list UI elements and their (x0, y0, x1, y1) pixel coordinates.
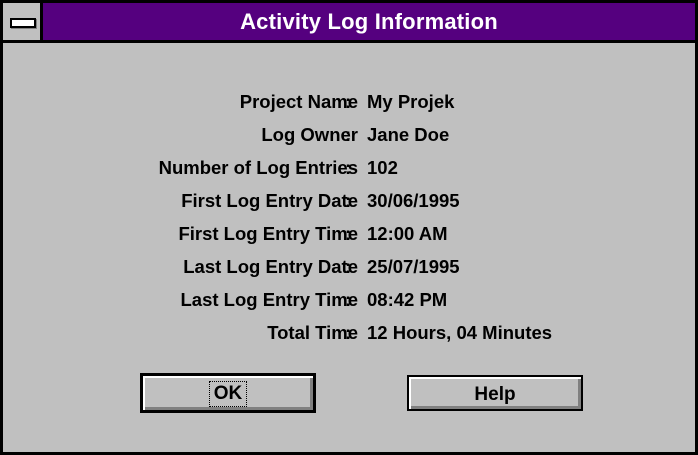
project-name-label: Project Name (239, 91, 358, 112)
info-row-last-entry-time: Last Log Entry Time : 08:42 PM (3, 289, 695, 319)
log-owner-value: Jane Doe (367, 124, 450, 145)
log-owner-label: Log Owner (261, 124, 358, 145)
info-row-project-name: Project Name : My Projek (3, 91, 695, 121)
project-name-value: My Projek (367, 91, 455, 112)
info-row-last-entry-date: Last Log Entry Date : 25/07/1995 (3, 256, 695, 286)
info-row-log-owner: Log Owner : Jane Doe (3, 124, 695, 154)
last-entry-time-value: 08:42 PM (367, 289, 448, 310)
dialog-window: Activity Log Information Project Name : … (0, 0, 698, 455)
last-entry-date-label: Last Log Entry Date (183, 256, 358, 277)
first-entry-time-value: 12:00 AM (367, 223, 448, 244)
separator: : (345, 157, 352, 178)
info-row-number-of-entries: Number of Log Entries : 102 (3, 157, 695, 187)
separator: : (345, 91, 352, 112)
separator: : (345, 256, 352, 277)
separator: : (345, 289, 352, 310)
system-menu-icon (10, 18, 36, 28)
help-button-label: Help (474, 384, 516, 405)
ok-button-label: OK (208, 381, 248, 407)
last-entry-time-label: Last Log Entry Time (180, 289, 359, 310)
first-entry-date-label: First Log Entry Date (181, 190, 358, 211)
info-row-first-entry-time: First Log Entry Time : 12:00 AM (3, 223, 695, 253)
separator: : (345, 322, 352, 343)
first-entry-date-value: 30/06/1995 (367, 190, 460, 211)
number-of-entries-value: 102 (367, 157, 398, 178)
separator: : (345, 223, 352, 244)
separator: : (345, 190, 352, 211)
title-bar[interactable]: Activity Log Information (3, 3, 695, 43)
info-row-total-time: Total Time : 12 Hours, 04 Minutes (3, 322, 695, 352)
separator: : (345, 124, 352, 145)
total-time-value: 12 Hours, 04 Minutes (367, 322, 553, 343)
system-menu-button[interactable] (3, 3, 43, 40)
ok-button[interactable]: OK (140, 373, 316, 413)
last-entry-date-value: 25/07/1995 (367, 256, 460, 277)
help-button[interactable]: Help (407, 375, 583, 411)
first-entry-time-label: First Log Entry Time (178, 223, 358, 244)
window-title: Activity Log Information (240, 9, 498, 34)
info-row-first-entry-date: First Log Entry Date : 30/06/1995 (3, 190, 695, 220)
number-of-entries-label: Number of Log Entries (158, 157, 358, 178)
